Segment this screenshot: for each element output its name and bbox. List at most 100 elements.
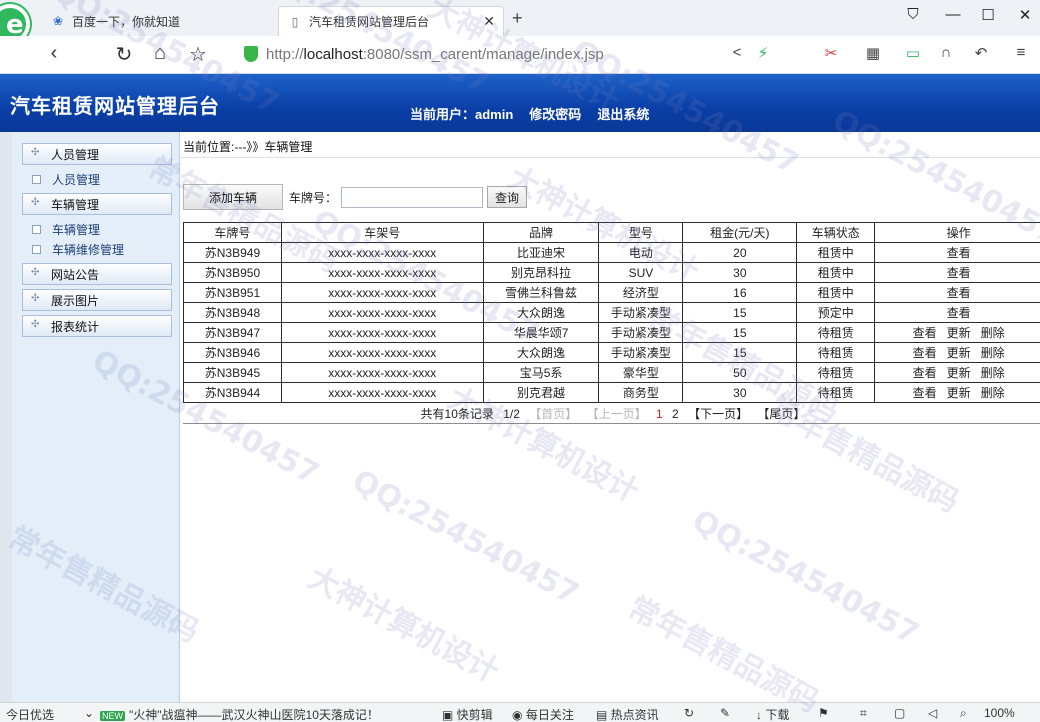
sidebar-group-users[interactable]: ✣ 人员管理 <box>22 143 172 165</box>
quick-clip[interactable]: ▣ 快剪辑 <box>442 706 493 722</box>
last-page-link[interactable]: 【尾页】 <box>757 407 805 421</box>
cell-plate: 苏N3B949 <box>183 242 282 263</box>
sidebar-group-notices[interactable]: ✣ 网站公告 <box>22 263 172 285</box>
window-icon[interactable]: ▢ <box>894 706 905 720</box>
volume-icon[interactable]: ◁ <box>928 706 937 720</box>
update-link[interactable]: 更新 <box>947 364 971 381</box>
column-header: 型号 <box>598 222 684 243</box>
cell-actions: 查看 <box>874 242 1040 263</box>
hot-news[interactable]: ▤ 热点资讯 <box>596 706 659 722</box>
shirt-skin-icon[interactable]: ⛉ <box>898 6 928 23</box>
cell-plate: 苏N3B947 <box>183 322 282 343</box>
sidebar-item-repairs[interactable]: 车辆维修管理 <box>32 241 124 258</box>
sidebar-item-users[interactable]: 人员管理 <box>32 171 100 188</box>
breadcrumb: 当前位置:---》》车辆管理 <box>181 138 1040 158</box>
sidebar-item-vehicles[interactable]: 车辆管理 <box>32 221 100 238</box>
change-password-link[interactable]: 修改密码 <box>529 104 581 123</box>
cell-plate: 苏N3B950 <box>183 262 282 283</box>
url-host: localhost <box>303 45 363 63</box>
hot-news-label: 热点资讯 <box>610 708 659 722</box>
address-bar[interactable]: http://localhost:8080/ssm_carent/manage/… <box>244 41 724 67</box>
view-link[interactable]: 查看 <box>913 344 937 361</box>
zoom-icon[interactable]: ⌕ <box>960 706 967 721</box>
logout-link[interactable]: 退出系统 <box>597 104 649 123</box>
sidebar-item-label: 人员管理 <box>51 147 100 162</box>
cell-status: 租赁中 <box>796 242 876 263</box>
close-window-icon[interactable]: ✕ <box>1010 6 1040 24</box>
delete-link[interactable]: 删除 <box>981 344 1005 361</box>
back-icon[interactable]: ‹ <box>40 42 68 65</box>
zoom-level[interactable]: 100% <box>984 706 1015 720</box>
maximize-icon[interactable]: ☐ <box>973 6 1003 24</box>
expand-icon: ✣ <box>31 293 40 304</box>
view-link[interactable]: 查看 <box>947 284 971 301</box>
headphones-icon[interactable]: ∩ <box>935 44 957 61</box>
next-page-link[interactable]: 【下一页】 <box>688 407 748 421</box>
cell-actions: 查看 更新 删除 <box>874 362 1040 383</box>
page-2-link[interactable]: 2 <box>672 407 679 421</box>
cell-model: 手动紧凑型 <box>598 322 684 343</box>
view-link[interactable]: 查看 <box>947 304 971 321</box>
news-ticker[interactable]: NEW "火神"战瘟神——武汉火神山医院10天落成记！ <box>100 706 379 722</box>
cell-model: 豪华型 <box>598 362 684 383</box>
view-link[interactable]: 查看 <box>947 244 971 261</box>
tool-icon[interactable]: ✎ <box>720 706 730 720</box>
delete-link[interactable]: 删除 <box>981 364 1005 381</box>
sidebar-group-vehicles[interactable]: ✣ 车辆管理 <box>22 193 172 215</box>
plate-search-input[interactable] <box>341 186 484 208</box>
home-icon[interactable]: ⌂ <box>146 42 174 65</box>
cell-status: 租赁中 <box>796 262 876 283</box>
pagination: 共有10条记录 1/2 【首页】 【上一页】 1 2 【下一页】 【尾页】 <box>183 404 1040 424</box>
delete-link[interactable]: 删除 <box>981 384 1005 401</box>
view-link[interactable]: 查看 <box>913 364 937 381</box>
camera-icon[interactable]: ⌗ <box>860 706 867 721</box>
update-link[interactable]: 更新 <box>947 384 971 401</box>
share-icon[interactable]: < <box>726 44 748 61</box>
new-tab-icon[interactable]: + <box>512 8 523 29</box>
table-row: 苏N3B946 xxxx-xxxx-xxxx-xxxx 大众朗逸 手动紧凑型 15 待租赁… <box>183 342 1040 363</box>
flag-icon[interactable]: ⚑ <box>818 706 829 720</box>
view-link[interactable]: 查看 <box>913 324 937 341</box>
menu-icon[interactable]: ≡ <box>1010 44 1032 61</box>
cell-actions: 查看 更新 删除 <box>874 342 1040 363</box>
chevron-down-icon[interactable]: ⌄ <box>84 706 94 720</box>
refresh-icon[interactable]: ↻ <box>684 706 694 720</box>
query-button[interactable]: 查询 <box>487 186 528 208</box>
lightning-icon[interactable]: ⚡ <box>752 44 774 62</box>
sidebar-group-reports[interactable]: ✣ 报表统计 <box>22 315 172 337</box>
view-link[interactable]: 查看 <box>947 264 971 281</box>
close-tab-icon[interactable]: ✕ <box>483 13 495 30</box>
minimize-icon[interactable]: — <box>938 6 968 23</box>
expand-icon: ✣ <box>31 147 40 158</box>
cell-actions: 查看 <box>874 262 1040 283</box>
table-row: 苏N3B947 xxxx-xxxx-xxxx-xxxx 华晨华颂7 手动紧凑型 15 待租… <box>183 322 1040 343</box>
scissors-icon[interactable]: ✂ <box>820 44 842 62</box>
tab-baidu[interactable]: ❀ 百度一下，你就知道 <box>50 6 270 36</box>
undo-icon[interactable]: ↶ <box>970 44 992 62</box>
table-row: 苏N3B945 xxxx-xxxx-xxxx-xxxx 宝马5系 豪华型 50 待租赁 查看… <box>183 362 1040 383</box>
add-vehicle-button[interactable]: 添加车辆 <box>183 184 283 210</box>
tab-label: 汽车租赁网站管理后台 <box>309 15 430 29</box>
update-link[interactable]: 更新 <box>947 324 971 341</box>
reload-icon[interactable]: ↻ <box>110 42 138 67</box>
update-link[interactable]: 更新 <box>947 344 971 361</box>
today-picks[interactable]: 今日优选 <box>6 706 54 722</box>
favorite-star-icon[interactable]: ☆ <box>184 42 212 67</box>
cell-model: SUV <box>598 262 684 283</box>
browser-tab-bar: ❀ 百度一下，你就知道 ▯ 汽车租赁网站管理后台 ✕ + ⛉ — ☐ ✕ <box>0 0 1040 44</box>
cell-model: 手动紧凑型 <box>598 342 684 363</box>
battery-icon[interactable]: ▭ <box>902 44 924 62</box>
sidebar-item-label: 车辆管理 <box>52 223 101 237</box>
cell-actions: 查看 <box>874 302 1040 323</box>
view-link[interactable]: 查看 <box>913 384 937 401</box>
tab-admin[interactable]: ▯ 汽车租赁网站管理后台 ✕ <box>278 6 504 36</box>
delete-link[interactable]: 删除 <box>981 324 1005 341</box>
column-header: 品牌 <box>482 222 600 243</box>
cell-status: 待租赁 <box>796 362 876 383</box>
apps-grid-icon[interactable]: ▦ <box>862 44 884 62</box>
sidebar-group-images[interactable]: ✣ 展示图片 <box>22 289 172 311</box>
daily-follow[interactable]: ◉ 每日关注 <box>512 706 574 722</box>
app-header: 汽车租赁网站管理后台 当前用户：admin 修改密码 退出系统 <box>0 74 1040 132</box>
download[interactable]: ↓ 下载 <box>756 706 789 722</box>
page-icon: ▯ <box>291 14 299 29</box>
